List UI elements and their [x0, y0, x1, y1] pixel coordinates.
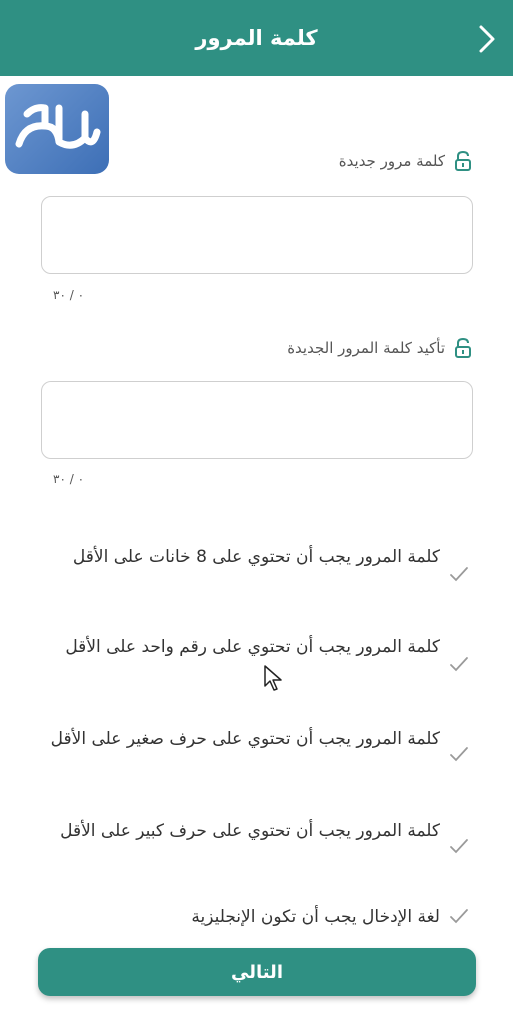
new-password-label: كلمة مرور جديدة [338, 152, 445, 170]
logo-glyph [15, 104, 101, 149]
lock-open-icon [455, 150, 471, 171]
confirm-password-input[interactable] [42, 382, 472, 458]
confirm-password-counter: ٠ / ٣٠ [53, 472, 85, 486]
watermark-logo [5, 84, 109, 174]
check-icon [450, 747, 468, 762]
app-header: كلمة المرور [0, 0, 513, 76]
new-password-input[interactable] [42, 197, 472, 273]
check-icon [450, 567, 468, 582]
rule-digit: كلمة المرور يجب أن تحتوي على رقم واحد عل… [65, 637, 440, 657]
check-icon [450, 839, 468, 854]
confirm-password-label: تأكيد كلمة المرور الجديدة [287, 339, 445, 357]
rule-english-input: لغة الإدخال يجب أن تكون الإنجليزية [191, 907, 440, 927]
next-button[interactable]: التالي [38, 948, 476, 996]
confirm-password-field[interactable] [41, 381, 473, 459]
lock-open-icon [455, 337, 471, 358]
new-password-counter: ٠ / ٣٠ [53, 288, 85, 302]
mouse-cursor-icon [264, 665, 282, 691]
new-password-field[interactable] [41, 196, 473, 274]
chevron-right-icon[interactable] [475, 24, 499, 54]
check-icon [450, 909, 468, 924]
rule-lowercase: كلمة المرور يجب أن تحتوي على حرف صغير عل… [50, 729, 440, 749]
page-title: كلمة المرور [195, 26, 318, 50]
rule-uppercase: كلمة المرور يجب أن تحتوي على حرف كبير عل… [60, 821, 440, 841]
rule-min-length: كلمة المرور يجب أن تحتوي على 8 خانات على… [72, 547, 440, 567]
check-icon [450, 657, 468, 672]
